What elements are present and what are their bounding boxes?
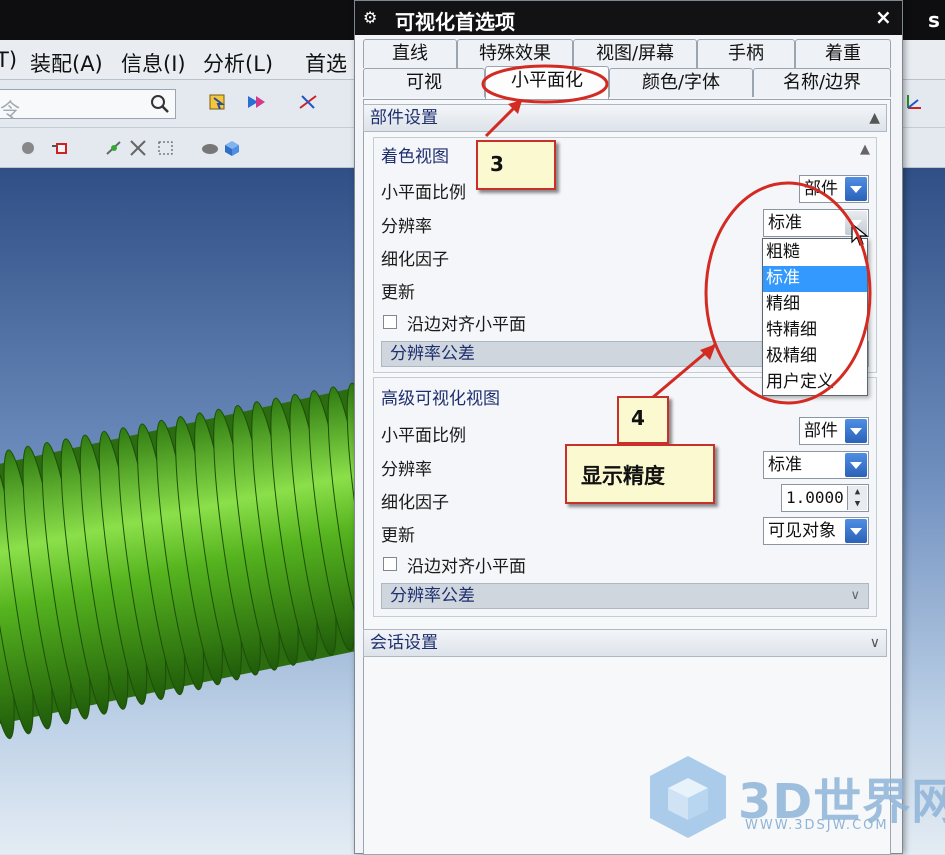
- callout-4-arrowhead: [700, 344, 716, 360]
- dropdown-highlight-ellipse: [704, 181, 872, 405]
- callout-3-number: 3: [490, 152, 504, 176]
- tab-highlight-ellipse: [481, 64, 609, 104]
- callout-4: 4: [617, 396, 669, 444]
- callout-4-label: 显示精度: [565, 444, 715, 504]
- annotation-overlay: [481, 64, 872, 405]
- callout-4-number: 4: [631, 406, 645, 430]
- callout-3: 3: [476, 140, 556, 190]
- display-precision-label: 显示精度: [581, 464, 665, 488]
